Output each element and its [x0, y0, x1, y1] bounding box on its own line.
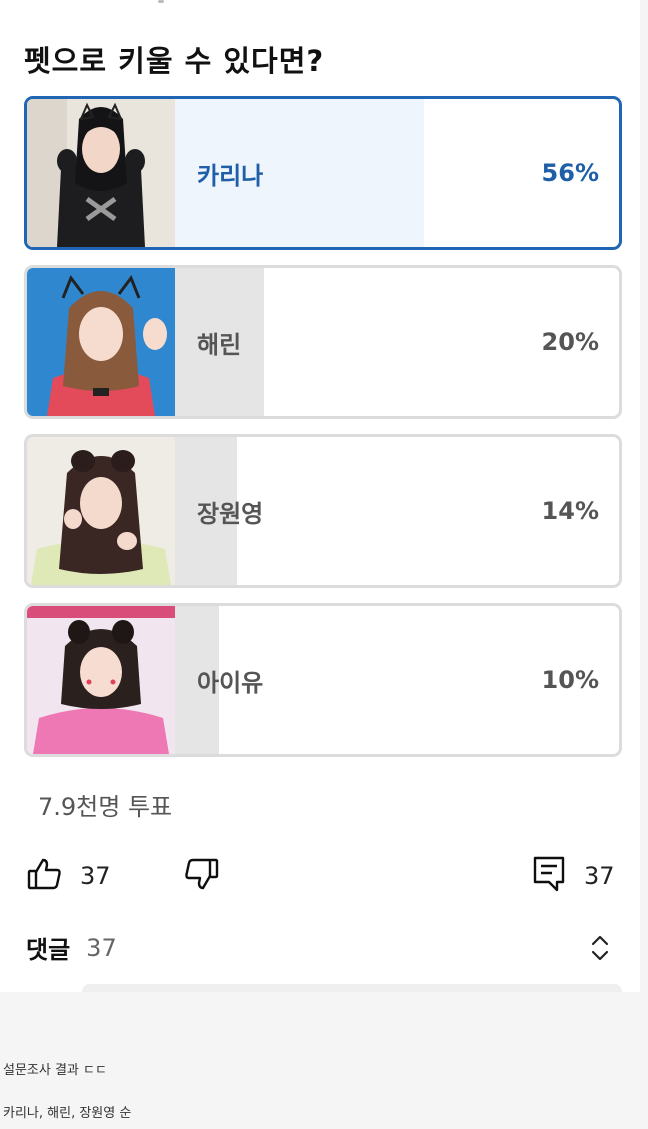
option-name: 아이유 — [197, 668, 264, 697]
option-percent: 10% — [541, 666, 599, 694]
post-card: 펫으로 키울 수 있다면? 카리나 56% 해린 20% 장원영 14% 아이유… — [0, 0, 640, 992]
poll-option-haerin[interactable]: 해린 20% — [24, 265, 622, 419]
comment-input-preview[interactable] — [82, 984, 622, 992]
vote-count: 7.9천명 투표 — [38, 793, 173, 821]
poll-title: 펫으로 키울 수 있다면? — [24, 44, 325, 78]
comment-button[interactable]: 37 — [532, 855, 615, 897]
option-photo — [27, 268, 175, 416]
poll-option-karina[interactable]: 카리나 56% — [24, 96, 622, 250]
comments-count: 37 — [86, 933, 117, 962]
comment-count: 37 — [584, 862, 615, 890]
expand-collapse-icon[interactable] — [590, 934, 610, 966]
option-percent: 20% — [541, 328, 599, 356]
poll-option-iu[interactable]: 아이유 10% — [24, 603, 622, 757]
comment-icon — [532, 855, 566, 897]
like-button[interactable]: 37 — [26, 856, 111, 896]
option-name: 해린 — [197, 330, 242, 359]
poll-option-jangwonyoung[interactable]: 장원영 14% — [24, 434, 622, 588]
like-count: 37 — [80, 862, 111, 890]
thumbs-down-icon — [184, 856, 220, 896]
option-percent: 14% — [541, 497, 599, 525]
option-name: 카리나 — [197, 161, 264, 190]
comments-label: 댓글 — [26, 936, 71, 964]
option-percent: 56% — [541, 159, 599, 187]
caption-line-2: 카리나, 해린, 장원영 순 — [3, 1106, 132, 1121]
comments-header[interactable]: 댓글 37 — [26, 930, 117, 965]
top-indicator — [158, 0, 164, 3]
option-photo — [27, 437, 175, 585]
option-photo — [27, 606, 175, 754]
thumbs-up-icon — [26, 856, 62, 896]
option-name: 장원영 — [197, 499, 264, 528]
caption-line-1: 설문조사 결과 ㄷㄷ — [3, 1063, 107, 1078]
dislike-button[interactable] — [184, 856, 220, 896]
option-photo — [27, 99, 175, 247]
